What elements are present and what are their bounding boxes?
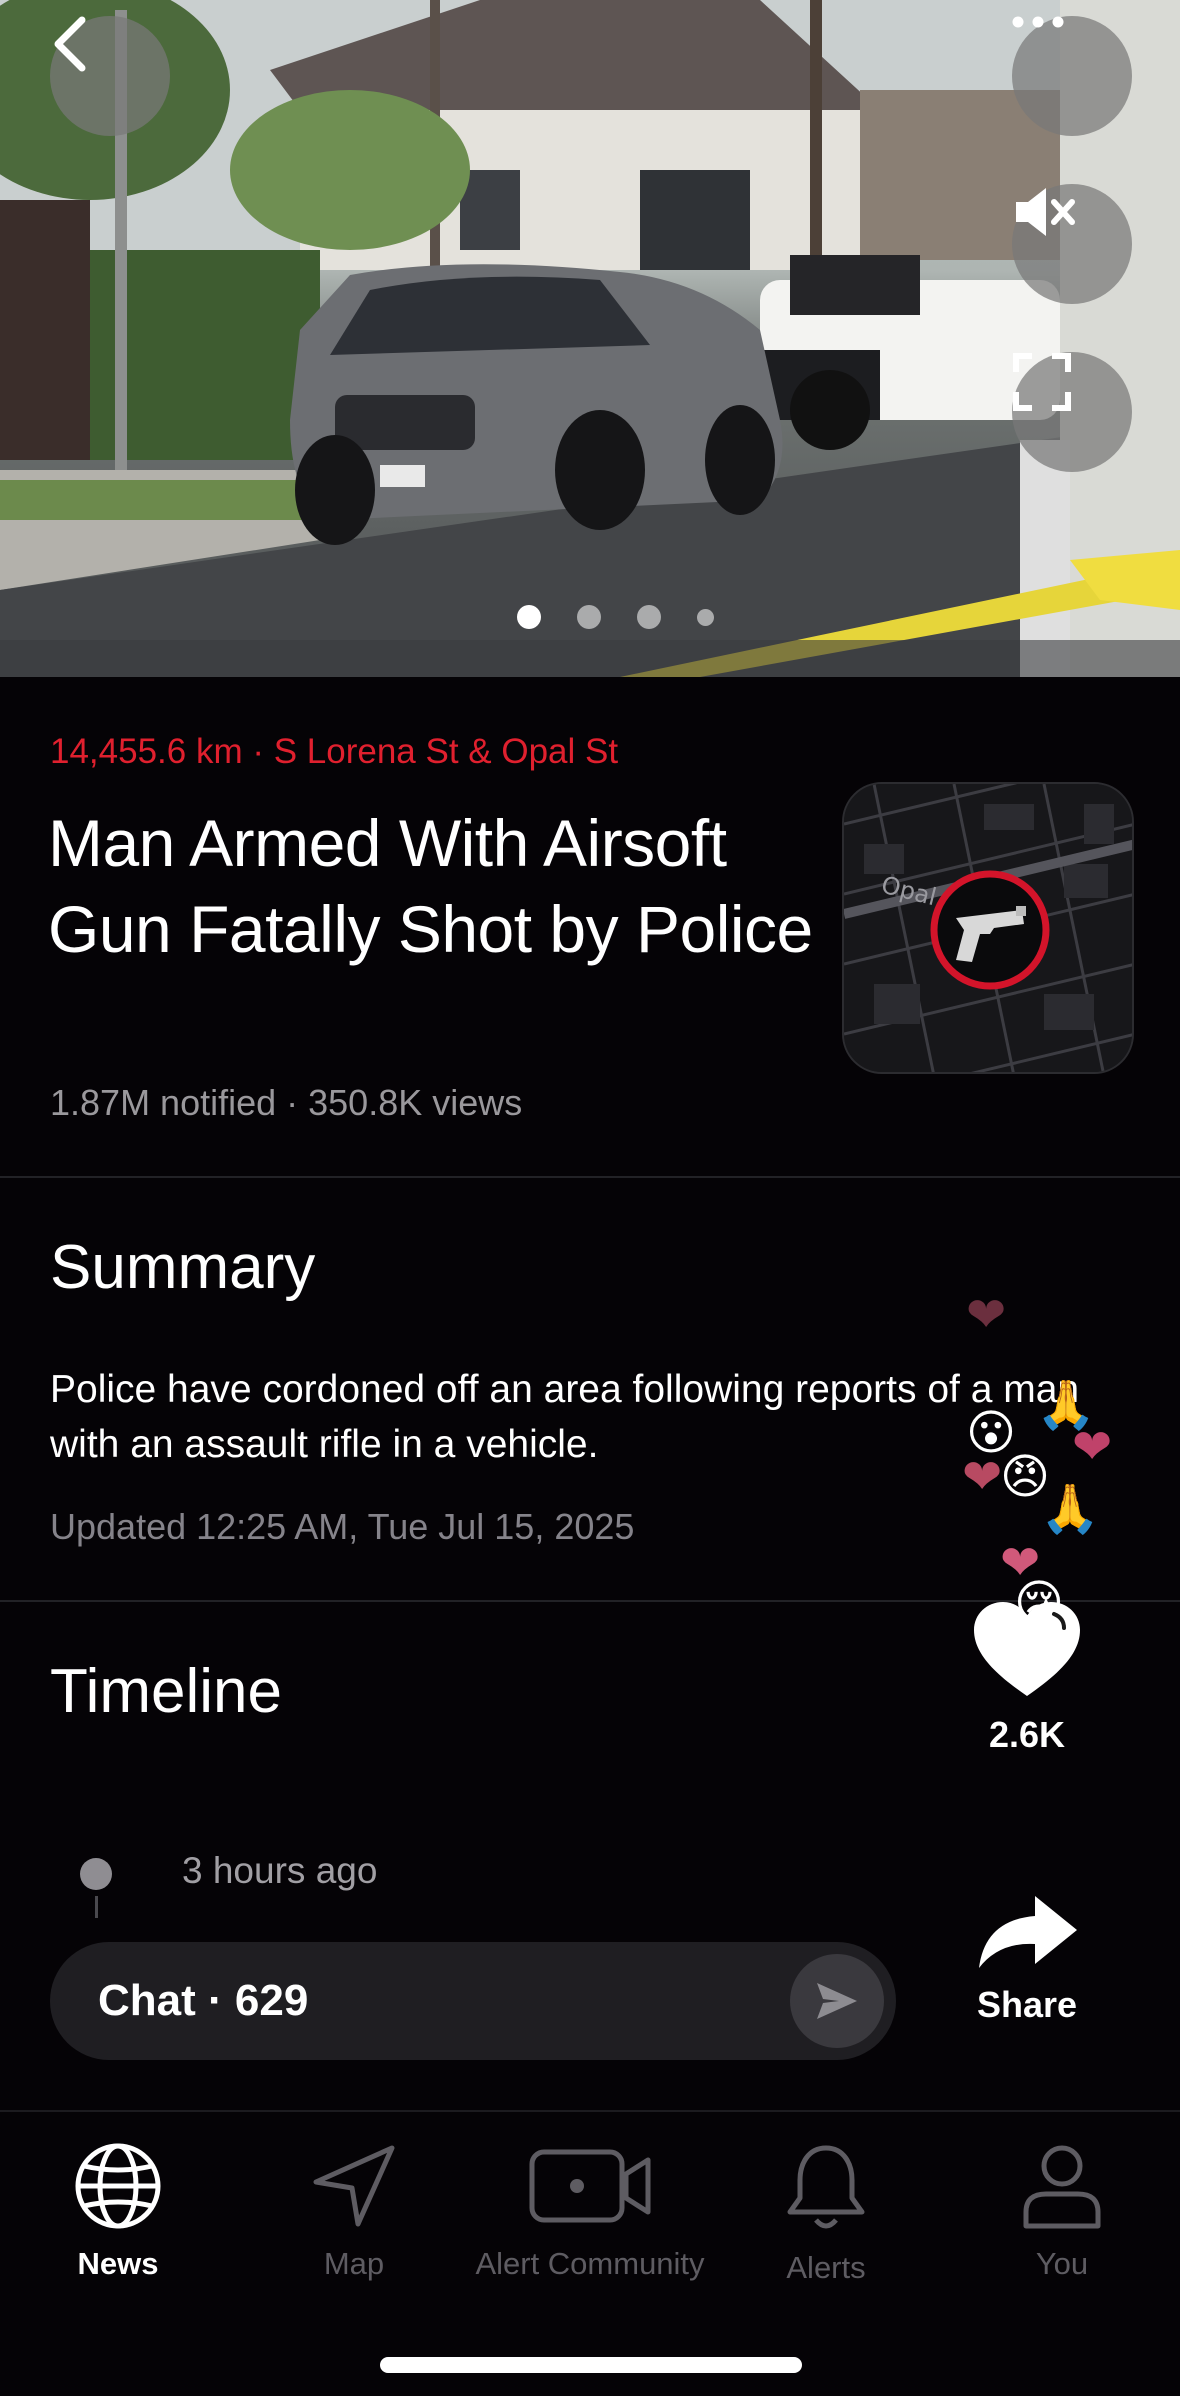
share-label: Share [976,1984,1078,2025]
summary-heading: Summary [50,1233,316,1302]
updated-timestamp: Updated 12:25 AM, Tue Jul 15, 2025 [50,1506,635,1547]
tab-label: Alerts [786,2250,866,2285]
back-button[interactable] [50,16,170,136]
heart-reaction-icon: ❤ [1072,1421,1113,1474]
carousel-dot[interactable] [576,605,601,629]
more-options-button[interactable] [1012,16,1132,136]
share-button[interactable]: Share [964,1894,1090,2026]
tab-alert-community[interactable]: Alert Community [472,2142,708,2282]
map-image: Opal [844,784,1132,1072]
carousel-dot[interactable] [696,609,714,626]
timeline-dot [80,1858,112,1890]
share-arrow-icon [979,1896,1077,1968]
carousel-indicator [0,605,1180,629]
praying-hands-reaction-icon: 🙏 [1040,1483,1100,1536]
timeline-connector [95,1896,98,1918]
mute-button[interactable] [1012,184,1132,304]
incident-map-thumbnail[interactable]: Opal [842,782,1134,1074]
heart-icon [974,1602,1080,1696]
send-icon [817,1983,857,2019]
incident-stats: 1.87M notified · 350.8K views [50,1082,523,1123]
carousel-dot[interactable] [516,605,541,629]
divider [0,1176,1180,1178]
tab-label: News [77,2246,159,2281]
tab-news[interactable]: News [0,2142,236,2282]
tab-alerts[interactable]: Alerts [708,2142,944,2286]
timeline-item-time: 3 hours ago [182,1850,378,1891]
send-button[interactable] [790,1954,884,2048]
chat-input[interactable]: Chat · 629 [50,1942,896,2060]
navigation-arrow-icon [313,2145,395,2227]
tab-you[interactable]: You [944,2142,1180,2282]
bottom-tab-bar: News Map Alert Community Alerts You [0,2110,1180,2396]
like-button[interactable]: 2.6K [964,1600,1090,1756]
chevron-left-icon [54,16,86,72]
fullscreen-icon [1013,353,1071,411]
distance-location: 14,455.6 km · S Lorena St & Opal St [50,732,619,771]
incident-title: Man Armed With Airsoft Gun Fatally Shot … [48,806,813,966]
heart-reaction-icon: ❤ [966,1289,1007,1342]
globe-icon [75,2143,161,2229]
carousel-dot[interactable] [636,605,661,629]
street-scene-image [0,0,1180,677]
like-count: 2.6K [988,1714,1066,1755]
hero-image-carousel[interactable] [0,0,1180,677]
fullscreen-button[interactable] [1012,352,1132,472]
tab-map[interactable]: Map [236,2142,472,2282]
home-indicator[interactable] [380,2357,802,2373]
speaker-muted-icon [1016,188,1075,236]
tab-label: Map [323,2246,385,2281]
tab-label: You [1035,2246,1089,2281]
video-camera-icon [529,2149,651,2223]
more-horizontal-icon [1012,16,1064,28]
person-icon [1023,2145,1101,2229]
timeline-heading: Timeline [50,1657,282,1726]
tab-label: Alert Community [475,2246,705,2281]
chat-label: Chat · 629 [98,1976,309,2025]
bell-icon [787,2145,865,2229]
heart-reaction-icon: ❤ [962,1451,1003,1504]
